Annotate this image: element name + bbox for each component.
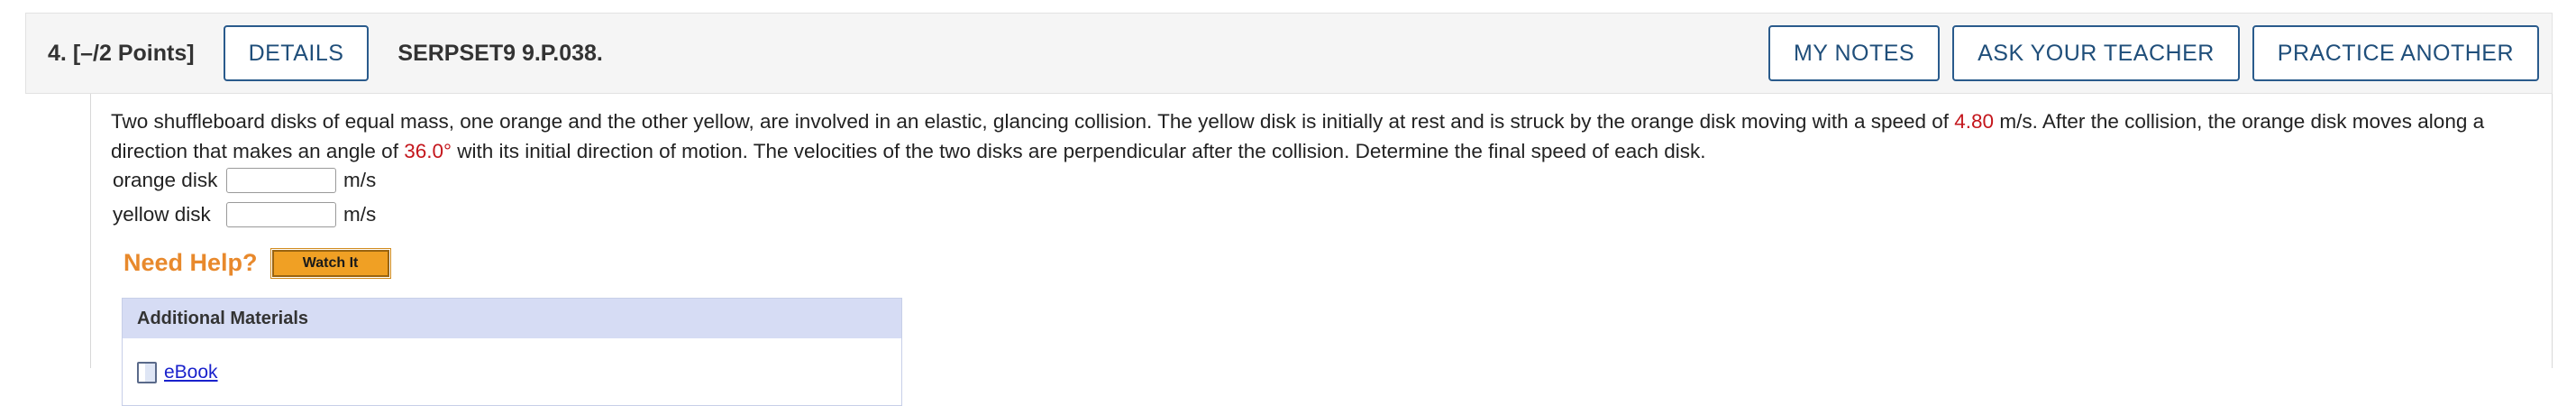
- header-actions: MY NOTES ASK YOUR TEACHER PRACTICE ANOTH…: [1768, 25, 2539, 81]
- points-label: [–/2 Points]: [72, 40, 195, 66]
- question-number: 4.: [48, 40, 67, 66]
- angle-value: 36.0°: [404, 140, 452, 162]
- answer-row-yellow: yellow disk m/s: [113, 199, 376, 230]
- orange-disk-label: orange disk: [113, 169, 218, 191]
- answer-row-orange: orange disk m/s: [113, 165, 376, 196]
- ebook-link[interactable]: eBook: [164, 362, 218, 383]
- question-text-part-1: Two shuffleboard disks of equal mass, on…: [111, 110, 1955, 133]
- need-help-label: Need Help?: [123, 249, 258, 276]
- watch-it-button[interactable]: Watch It: [269, 247, 391, 279]
- speed-value: 4.80: [1954, 110, 1995, 133]
- book-icon: [137, 362, 157, 383]
- need-help-row: Need Help? Watch It: [123, 247, 391, 279]
- details-button[interactable]: DETAILS: [223, 25, 370, 81]
- ask-your-teacher-button[interactable]: ASK YOUR TEACHER: [1952, 25, 2240, 81]
- additional-materials-title: Additional Materials: [123, 299, 901, 338]
- yellow-disk-input[interactable]: [226, 202, 336, 227]
- additional-materials-panel: Additional Materials eBook: [122, 298, 902, 406]
- my-notes-button[interactable]: MY NOTES: [1768, 25, 1941, 81]
- practice-another-button[interactable]: PRACTICE ANOTHER: [2252, 25, 2539, 81]
- question-number-points: 4. [–/2 Points]: [48, 41, 195, 67]
- orange-disk-input[interactable]: [226, 168, 336, 193]
- question-text-part-3: with its initial direction of motion. Th…: [452, 140, 1706, 162]
- question-text: Two shuffleboard disks of equal mass, on…: [111, 106, 2535, 166]
- problem-code: SERPSET9 9.P.038.: [397, 40, 603, 66]
- yellow-disk-label: yellow disk: [113, 203, 211, 226]
- question-body: Two shuffleboard disks of equal mass, on…: [90, 94, 2553, 406]
- orange-disk-unit: m/s: [343, 169, 377, 191]
- ebook-link-row[interactable]: eBook: [137, 362, 218, 383]
- question-header: 4. [–/2 Points] DETAILS SERPSET9 9.P.038…: [25, 13, 2553, 94]
- yellow-disk-unit: m/s: [343, 203, 377, 226]
